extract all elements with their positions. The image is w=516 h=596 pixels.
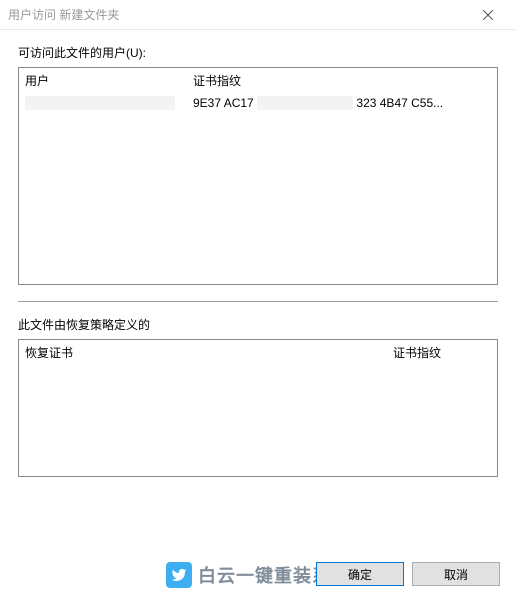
redacted-user-text [25, 96, 175, 110]
table-row[interactable]: 9E37 AC17 323 4B47 C55... [19, 92, 497, 114]
bird-icon [171, 567, 187, 583]
close-button[interactable] [468, 1, 508, 29]
dialog-button-row: 确定 取消 [316, 562, 500, 586]
users-list-header: 用户 证书指纹 [19, 68, 497, 92]
redacted-thumb-text [257, 96, 353, 110]
watermark-logo [166, 562, 192, 588]
section-divider [18, 301, 498, 302]
cancel-button[interactable]: 取消 [412, 562, 500, 586]
column-header-recovery-thumbprint[interactable]: 证书指纹 [387, 341, 497, 364]
window-title: 用户访问 新建文件夹 [8, 6, 468, 23]
column-header-thumbprint[interactable]: 证书指纹 [187, 69, 497, 92]
dialog-content: 可访问此文件的用户(U): 用户 证书指纹 9E37 AC17 323 4B47… [0, 30, 516, 489]
recovery-section-label: 此文件由恢复策略定义的 [18, 316, 498, 333]
ok-button[interactable]: 确定 [316, 562, 404, 586]
close-icon [483, 10, 493, 20]
titlebar: 用户访问 新建文件夹 [0, 0, 516, 30]
users-listbox[interactable]: 用户 证书指纹 9E37 AC17 323 4B47 C55... [18, 67, 498, 285]
thumbprint-fragment-a: 9E37 AC17 [193, 96, 254, 110]
column-header-recovery-cert[interactable]: 恢复证书 [19, 341, 387, 364]
recovery-list-header: 恢复证书 证书指纹 [19, 340, 497, 364]
thumbprint-fragment-b: 323 4B47 C55... [356, 96, 443, 110]
column-header-user[interactable]: 用户 [19, 69, 187, 92]
users-section-label: 可访问此文件的用户(U): [18, 44, 498, 61]
cell-user [19, 94, 187, 113]
cell-thumbprint: 9E37 AC17 323 4B47 C55... [187, 94, 497, 113]
recovery-listbox[interactable]: 恢复证书 证书指纹 [18, 339, 498, 477]
